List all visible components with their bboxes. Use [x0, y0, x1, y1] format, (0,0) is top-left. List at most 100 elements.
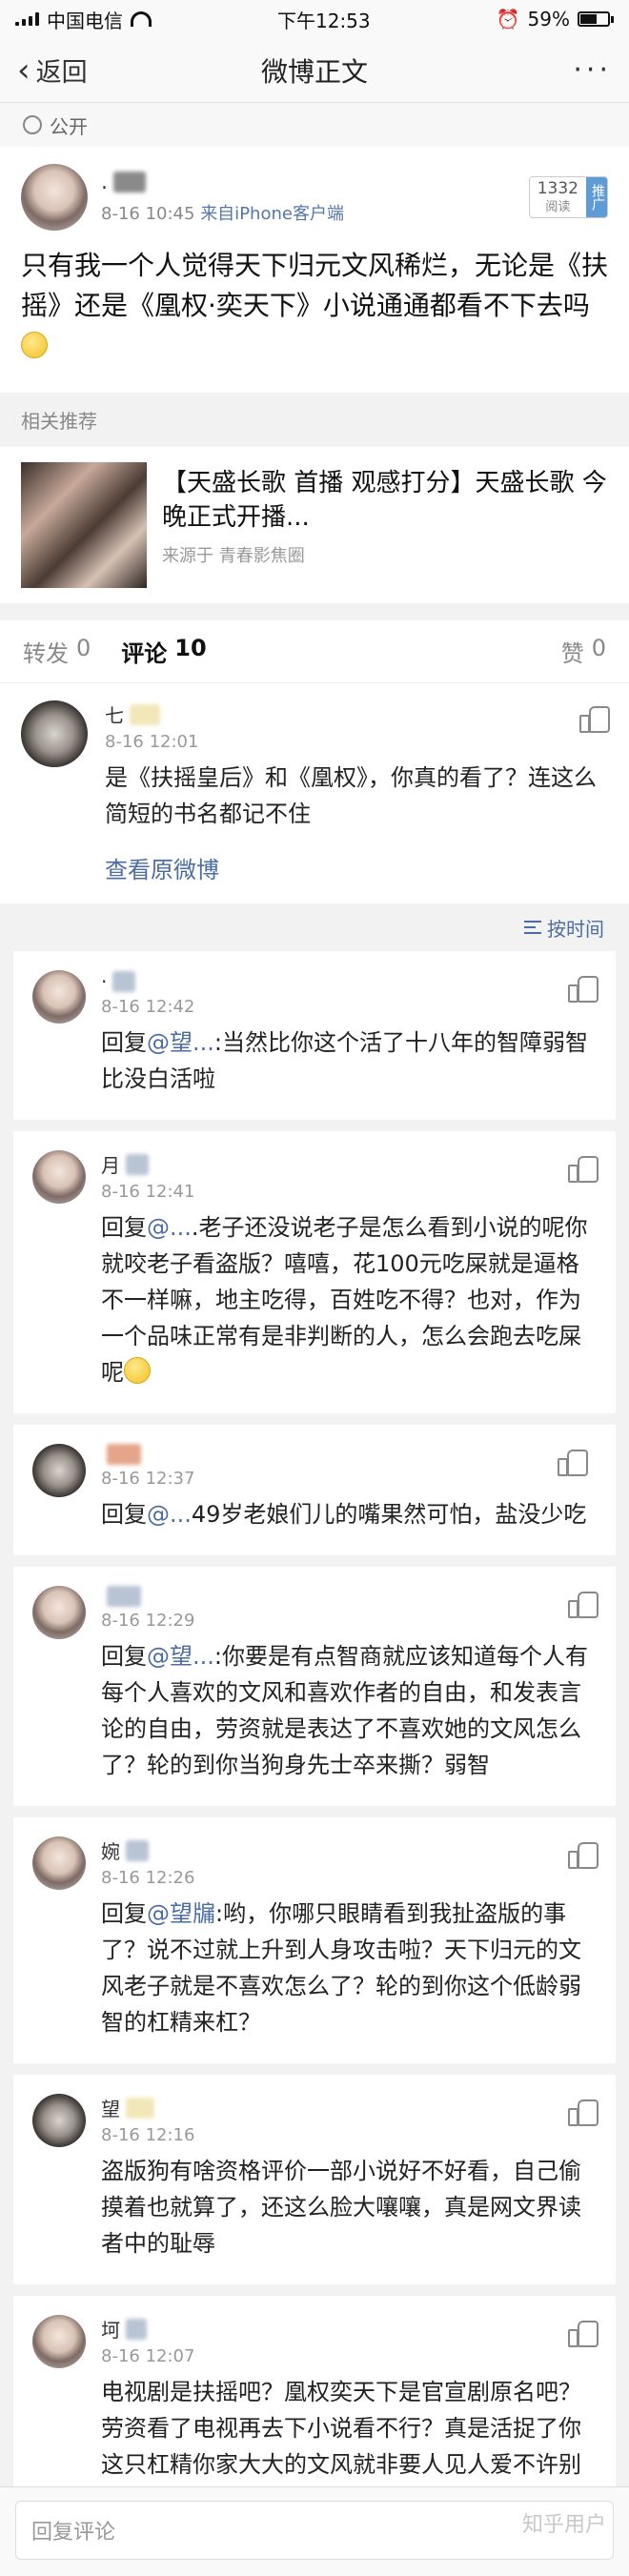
sort-label: 按时间	[547, 917, 604, 941]
post-source: 来自iPhone客户端	[200, 203, 344, 224]
visibility-row: 公开	[0, 103, 629, 147]
redacted-name	[112, 971, 136, 992]
list-item: 婉 8-16 12:26 回复@望牖:哟，你哪只眼睛看到我扯盗版的事了？说不过就上…	[13, 1817, 616, 2063]
battery-icon	[578, 11, 614, 27]
mention-link[interactable]: @...	[147, 1214, 192, 1241]
related-thumbnail	[21, 462, 147, 588]
back-label: 返回	[35, 58, 88, 88]
thinking-emoji-icon	[21, 332, 48, 358]
commenter-avatar[interactable]	[32, 1444, 86, 1497]
related-title: 【天盛长歌 首播 观感打分】天盛长歌 今晚正式开播...	[162, 469, 607, 532]
like-icon[interactable]	[568, 1592, 599, 1618]
commenter-avatar[interactable]	[32, 2315, 86, 2368]
list-item: 月 8-16 12:41 回复@....老子还没说老子是怎么看到小说的呢你就咬老子…	[13, 1131, 616, 1413]
sort-icon	[524, 921, 541, 934]
related-section-label: 相关推荐	[0, 393, 629, 447]
comment-text: 回复@....老子还没说老子是怎么看到小说的呢你就咬老子看盗版？嘻嘻，花100元…	[101, 1214, 588, 1386]
views-count: 1332	[537, 179, 578, 198]
related-card[interactable]: 【天盛长歌 首播 观感打分】天盛长歌 今晚正式开播... 来源于 青春影焦圈	[0, 447, 629, 603]
weibo-post: . 8-16 10:45 来自iPhone客户端 1332 阅读 推广 只有我一个…	[0, 147, 629, 393]
mention-link[interactable]: @望牖	[147, 1900, 215, 1927]
like-icon[interactable]	[558, 1450, 589, 1476]
like-icon[interactable]	[568, 2099, 599, 2126]
redacted-name	[126, 2097, 154, 2119]
tab-repost[interactable]: 转发 0	[23, 635, 91, 668]
comment-text: 回复@望牖:哟，你哪只眼睛看到我扯盗版的事了？说不过就上升到人身攻击啦？天下归元…	[101, 1900, 581, 2036]
comment-time: 8-16 12:16	[101, 2125, 195, 2145]
like-icon[interactable]	[579, 706, 610, 733]
mention-link[interactable]: @望...	[147, 1643, 214, 1670]
tab-comments[interactable]: 评论 10	[121, 635, 206, 668]
redacted-name	[107, 1444, 141, 1465]
list-item: 8-16 12:29 回复@望...:你要是有点智商就应该知道每个人有每个人喜欢…	[13, 1567, 616, 1806]
promote-button[interactable]: 推广	[586, 177, 607, 217]
mention-link[interactable]: @望...	[147, 1029, 214, 1056]
commenter-name[interactable]	[101, 1586, 194, 1607]
like-icon[interactable]	[568, 976, 599, 1003]
commenter-avatar[interactable]	[32, 1836, 86, 1890]
comment-text: 盗版狗有啥资格评价一部小说好不好看，自己偷摸着也就算了，还这么脸大嚷嚷，真是网文…	[101, 2158, 581, 2257]
commenter-name[interactable]	[101, 1444, 194, 1465]
mention-link[interactable]: @...	[147, 1501, 192, 1528]
visibility-label: 公开	[50, 114, 88, 138]
tab-likes[interactable]: 赞0	[561, 635, 606, 668]
commenter-name[interactable]: ·	[101, 970, 194, 993]
post-meta: 8-16 10:45 来自iPhone客户端	[101, 200, 516, 225]
redacted-name	[107, 1586, 141, 1607]
more-button[interactable]: ···	[573, 53, 612, 87]
comment-text: 回复@望...:当然比你这个活了十八年的智障弱智比没白活啦	[101, 1029, 588, 1092]
like-icon[interactable]	[568, 2321, 599, 2347]
battery-percent: 59%	[527, 8, 570, 30]
comment-text: 是《扶摇皇后》和《凰权》，你真的看了？连这么简短的书名都记不住	[105, 764, 597, 827]
blush-emoji-icon	[124, 1357, 151, 1384]
clock: 下午12:53	[277, 9, 371, 32]
like-icon[interactable]	[568, 1842, 599, 1869]
commenter-name[interactable]: 望	[101, 2094, 194, 2121]
watermark: 知乎用户	[521, 2513, 606, 2537]
commenter-name[interactable]: 婉	[101, 1836, 194, 1864]
comment-time: 8-16 12:07	[101, 2346, 195, 2366]
post-text: 只有我一个人觉得天下归元文风稀烂，无论是《扶摇》还是《凰权·奕天下》小说通通都看…	[21, 246, 608, 366]
redacted-name	[126, 1153, 149, 1175]
redacted-name	[126, 2318, 147, 2340]
status-bar: 中国电信 下午12:53 ⏰ 59%	[0, 0, 629, 38]
nav-bar: ‹ 返回 微博正文 ···	[0, 38, 629, 103]
reply-list: · 8-16 12:42 回复@望...:当然比你这个活了十八年的智障弱智比没白活…	[0, 951, 629, 2576]
commenter-avatar[interactable]	[32, 1150, 86, 1204]
commenter-avatar[interactable]	[32, 2094, 86, 2147]
wifi-icon	[131, 11, 152, 27]
commenter-name[interactable]: 月	[101, 1150, 194, 1178]
redacted-name	[113, 172, 146, 193]
commenter-avatar[interactable]	[21, 700, 88, 767]
list-item: 望 8-16 12:16 盗版狗有啥资格评价一部小说好不好看，自己偷摸着也就算了，…	[13, 2075, 616, 2284]
commenter-name[interactable]: 坷	[101, 2315, 194, 2343]
chevron-left-icon: ‹	[17, 51, 30, 90]
carrier-label: 中国电信	[47, 9, 123, 32]
comment-time: 8-16 12:29	[101, 1611, 195, 1631]
list-item: 8-16 12:37 回复@...49岁老娘们儿的嘴果然可怕，盐没少吃	[13, 1425, 616, 1555]
globe-icon	[23, 115, 42, 134]
commenter-avatar[interactable]	[32, 1586, 86, 1639]
back-button[interactable]: ‹ 返回	[17, 51, 88, 90]
views-badge[interactable]: 1332 阅读 推广	[528, 176, 608, 218]
related-source: 来源于 青春影焦圈	[162, 546, 305, 566]
comment-time: 8-16 12:42	[101, 997, 195, 1017]
like-icon[interactable]	[568, 1156, 599, 1183]
commenter-avatar[interactable]	[32, 970, 86, 1024]
alarm-icon: ⏰	[496, 8, 520, 30]
redacted-name	[126, 1839, 149, 1861]
author-avatar[interactable]	[21, 164, 88, 231]
page-title: 微博正文	[260, 55, 368, 88]
comment-text: 回复@...49岁老娘们儿的嘴果然可怕，盐没少吃	[101, 1501, 587, 1528]
sort-bar[interactable]: 按时间	[0, 903, 629, 951]
author-name[interactable]: .	[101, 171, 516, 194]
redacted-name	[130, 703, 160, 725]
comment-text: 回复@望...:你要是有点智商就应该知道每个人有每个人喜欢的文风和喜欢作者的自由…	[101, 1643, 588, 1778]
interaction-tabs: 转发 0 评论 10 赞0	[0, 620, 629, 683]
view-original-link[interactable]: 查看原微博	[105, 851, 608, 884]
commenter-name[interactable]: 七	[105, 700, 198, 728]
comment-time: 8-16 12:01	[105, 732, 199, 752]
signal-icon	[15, 12, 39, 26]
comment-time: 8-16 12:37	[101, 1469, 195, 1489]
comment-time: 8-16 12:41	[101, 1182, 195, 1202]
